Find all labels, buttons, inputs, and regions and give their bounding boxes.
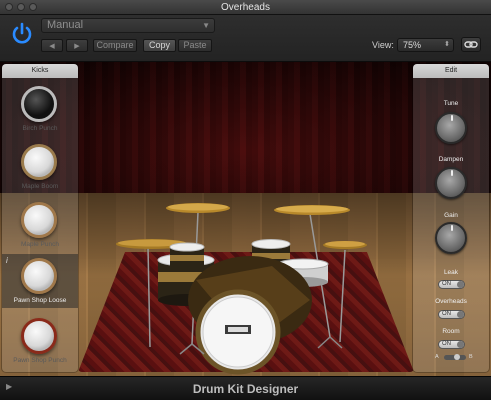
next-preset-button[interactable]: ▶	[66, 39, 88, 52]
edit-panel-title: Edit	[413, 64, 489, 78]
preset-menu[interactable]: Manual ▼	[41, 18, 215, 33]
power-icon[interactable]	[9, 21, 35, 47]
kick-option-maple-boom[interactable]: Maple Boom	[2, 140, 78, 194]
kick-thumbnail	[21, 318, 57, 354]
copy-label: Copy	[148, 40, 170, 50]
drum-kit	[116, 203, 367, 375]
kick-option-pawn-shop-loose[interactable]: i Pawn Shop Loose	[2, 254, 78, 308]
triangle-right-icon: ▶	[74, 43, 80, 50]
view-zoom-value: 75%	[403, 40, 422, 50]
ride-cymbal-right[interactable]	[323, 241, 367, 249]
slider-thumb[interactable]	[454, 354, 460, 360]
kick-option-birch-punch[interactable]: Birch Punch	[2, 82, 78, 136]
crash-cymbal-right[interactable]	[274, 205, 350, 215]
crash-cymbal-left[interactable]	[166, 203, 230, 213]
room-a-label: A	[435, 354, 439, 360]
chevron-down-icon: ▼	[202, 21, 210, 30]
window-controls	[5, 3, 37, 11]
compare-label: Compare	[96, 40, 134, 50]
kick-drum[interactable]	[188, 256, 312, 375]
view-zoom-select[interactable]: 75% ⬍	[397, 38, 454, 52]
kick-label: Birch Punch	[22, 125, 58, 132]
paste-button[interactable]: Paste	[178, 39, 212, 52]
knob-indicator	[451, 115, 453, 121]
minimize-window-button[interactable]	[17, 3, 25, 11]
preset-label: Manual	[47, 19, 84, 31]
window-titlebar: Overheads	[0, 0, 491, 15]
triangle-left-icon: ◀	[49, 43, 55, 50]
leak-toggle-state: ON	[442, 281, 451, 287]
updown-arrows-icon: ⬍	[444, 41, 450, 48]
kick-thumbnail	[21, 144, 57, 180]
room-ab-slider[interactable]	[444, 354, 466, 360]
gain-label: Gain	[444, 212, 458, 219]
toggle-knob	[457, 311, 464, 318]
kick-label: Pawn Shop Loose	[13, 297, 67, 304]
toggle-knob	[457, 281, 464, 288]
tune-knob[interactable]	[435, 112, 467, 144]
copy-button[interactable]: Copy	[143, 39, 176, 52]
leak-label: Leak	[443, 269, 459, 276]
kick-option-pawn-shop-punch[interactable]: Pawn Shop Punch	[2, 314, 78, 368]
link-button[interactable]	[461, 37, 481, 52]
tune-label: Tune	[443, 100, 459, 107]
window-title: Overheads	[221, 2, 270, 13]
link-icon	[464, 41, 478, 48]
room-label: Room	[442, 328, 460, 335]
edit-panel: Edit Tune Dampen Gain Leak ON Overheads …	[413, 64, 489, 372]
paste-label: Paste	[183, 40, 207, 50]
plugin-header: Manual ▼ ◀ ▶ Compare Copy Paste View: 75…	[0, 15, 491, 62]
close-window-button[interactable]	[5, 3, 13, 11]
kick-thumbnail	[21, 258, 57, 294]
room-b-label: B	[469, 354, 473, 360]
view-label: View:	[372, 40, 394, 50]
kicks-panel-title: Kicks	[2, 64, 78, 78]
previous-preset-button[interactable]: ◀	[41, 39, 63, 52]
room-toggle-state: ON	[442, 341, 451, 347]
dampen-label: Dampen	[438, 156, 464, 163]
toggle-knob	[457, 341, 464, 348]
zoom-window-button[interactable]	[29, 3, 37, 11]
info-icon[interactable]: i	[6, 256, 8, 265]
kick-label: Pawn Shop Punch	[13, 357, 67, 364]
knob-indicator	[451, 170, 453, 176]
rack-tom-left[interactable]	[169, 242, 205, 269]
gain-knob[interactable]	[435, 222, 467, 254]
dampen-knob[interactable]	[435, 167, 467, 199]
footer-title: Drum Kit Designer	[192, 382, 299, 396]
room-toggle[interactable]: ON	[438, 340, 465, 349]
overheads-label: Overheads	[435, 298, 467, 305]
overheads-toggle[interactable]: ON	[438, 310, 465, 319]
kicks-panel: Kicks Birch Punch Maple Boom Maple Punch…	[2, 64, 78, 372]
knob-indicator	[451, 225, 453, 231]
kick-thumbnail	[21, 202, 57, 238]
overheads-toggle-state: ON	[442, 311, 451, 317]
kick-label: Maple Boom	[21, 183, 59, 190]
kick-thumbnail	[21, 86, 57, 122]
kick-option-maple-punch[interactable]: Maple Punch	[2, 198, 78, 252]
kick-label: Maple Punch	[21, 241, 59, 248]
plugin-footer: ▶ Drum Kit Designer	[0, 376, 491, 400]
compare-button[interactable]: Compare	[93, 39, 137, 52]
leak-toggle[interactable]: ON	[438, 280, 465, 289]
